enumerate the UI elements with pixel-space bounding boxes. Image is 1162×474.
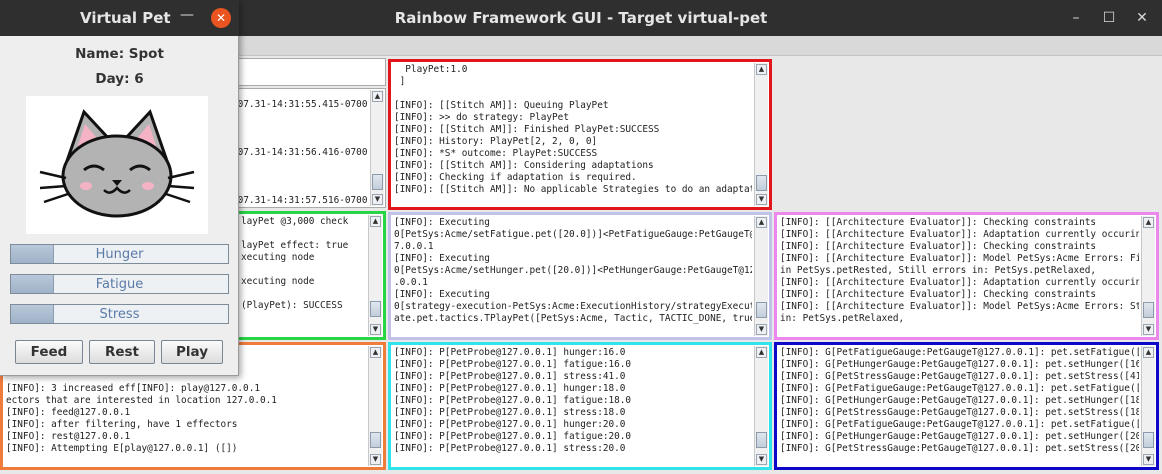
pet-titlebar: Virtual Pet — ✕: [0, 0, 239, 36]
scrollbar[interactable]: ▲ ▼: [368, 215, 382, 336]
scroll-up-icon[interactable]: ▲: [756, 347, 767, 358]
scrollbar[interactable]: ▲ ▼: [754, 346, 768, 466]
pet-close-button[interactable]: ✕: [211, 8, 231, 28]
log-panel-cyan[interactable]: [INFO]: P[PetProbe@127.0.0.1] hunger:16.…: [388, 342, 772, 470]
log-panel-red-text: PlayPet:1.0 ] [INFO]: [[Stitch AM]]: Que…: [394, 64, 752, 195]
scroll-thumb[interactable]: [370, 301, 381, 317]
scroll-down-icon[interactable]: ▼: [756, 454, 767, 465]
log-panel-pink-text: [INFO]: [[Architecture Evaluator]]: Chec…: [780, 217, 1139, 324]
scroll-down-icon[interactable]: ▼: [370, 324, 381, 335]
scroll-thumb[interactable]: [756, 175, 767, 191]
log-panel-blue[interactable]: [INFO]: G[PetFatigueGauge:PetGaugeT@127.…: [774, 342, 1159, 470]
pet-window-title: Virtual Pet: [80, 9, 171, 27]
top-left-field-text: [232, 61, 368, 83]
scroll-up-icon[interactable]: ▲: [1143, 217, 1154, 228]
scroll-thumb[interactable]: [1143, 432, 1154, 448]
scrollbar[interactable]: ▲ ▼: [370, 90, 384, 206]
hunger-bar-label: Hunger: [95, 247, 144, 262]
log-panel-green-text: layPet @3,000 check layPet effect: true …: [241, 216, 349, 311]
scrollbar[interactable]: ▲ ▼: [754, 216, 768, 336]
scroll-thumb[interactable]: [370, 432, 381, 448]
pet-minimize-button[interactable]: —: [180, 7, 194, 23]
scroll-thumb[interactable]: [756, 302, 767, 318]
rest-button[interactable]: Rest: [89, 340, 155, 364]
pet-name: Name: Spot: [75, 46, 164, 62]
scroll-down-icon[interactable]: ▼: [756, 194, 767, 205]
log-panel-pink[interactable]: [INFO]: [[Architecture Evaluator]]: Chec…: [774, 212, 1159, 340]
scroll-down-icon[interactable]: ▼: [372, 194, 383, 205]
scroll-thumb[interactable]: [1143, 302, 1154, 318]
top-left-field[interactable]: [228, 58, 386, 86]
log-panel-lavender-text: [INFO]: Executing 0[PetSys:Acme/setFatig…: [394, 217, 752, 324]
scrollbar[interactable]: ▲ ▼: [754, 63, 768, 206]
scrollbar[interactable]: ▲ ▼: [1141, 216, 1155, 336]
maximize-button[interactable]: ☐: [1097, 6, 1121, 30]
scroll-up-icon[interactable]: ▲: [372, 91, 383, 102]
log-panel-lavender[interactable]: [INFO]: Executing 0[PetSys:Acme/setFatig…: [388, 212, 772, 340]
fatigue-bar: Fatigue: [10, 274, 229, 294]
virtual-pet-window: Virtual Pet — ✕ Name: Spot Day: 6 Hunger…: [0, 0, 239, 376]
play-button[interactable]: Play: [161, 340, 223, 364]
scroll-down-icon[interactable]: ▼: [1143, 454, 1154, 465]
log-panel-blue-text: [INFO]: G[PetFatigueGauge:PetGaugeT@127.…: [780, 347, 1139, 454]
scroll-up-icon[interactable]: ▲: [1143, 347, 1154, 358]
stress-bar: Stress: [10, 304, 229, 324]
scrollbar[interactable]: ▲ ▼: [368, 346, 382, 466]
scroll-up-icon[interactable]: ▲: [370, 216, 381, 227]
log-panel-cyan-text: [INFO]: P[PetProbe@127.0.0.1] hunger:16.…: [394, 347, 632, 454]
log-panel-red[interactable]: PlayPet:1.0 ] [INFO]: [[Stitch AM]]: Que…: [388, 59, 772, 210]
scroll-up-icon[interactable]: ▲: [370, 347, 381, 358]
hunger-bar: Hunger: [10, 244, 229, 264]
log-panel-top-left[interactable]: .07.31-14:31:55.415-0700 .07.31-14:31:56…: [228, 88, 386, 208]
fatigue-bar-label: Fatigue: [95, 277, 144, 292]
close-button[interactable]: ✕: [1130, 6, 1154, 30]
pet-day: Day: 6: [95, 71, 144, 87]
scrollbar[interactable]: ▲ ▼: [1141, 346, 1155, 466]
scroll-down-icon[interactable]: ▼: [756, 324, 767, 335]
scroll-down-icon[interactable]: ▼: [1143, 324, 1154, 335]
cat-face-icon: [26, 96, 208, 234]
log-panel-top-left-text: .07.31-14:31:55.415-0700 .07.31-14:31:56…: [232, 99, 368, 205]
log-panel-green[interactable]: layPet @3,000 check layPet effect: true …: [228, 211, 386, 340]
scroll-thumb[interactable]: [372, 174, 383, 190]
scroll-thumb[interactable]: [756, 432, 767, 448]
scroll-up-icon[interactable]: ▲: [756, 217, 767, 228]
stress-bar-label: Stress: [99, 307, 140, 322]
feed-button[interactable]: Feed: [15, 340, 83, 364]
scroll-down-icon[interactable]: ▼: [370, 454, 381, 465]
scroll-up-icon[interactable]: ▲: [756, 64, 767, 75]
minimize-button[interactable]: –: [1064, 6, 1088, 30]
